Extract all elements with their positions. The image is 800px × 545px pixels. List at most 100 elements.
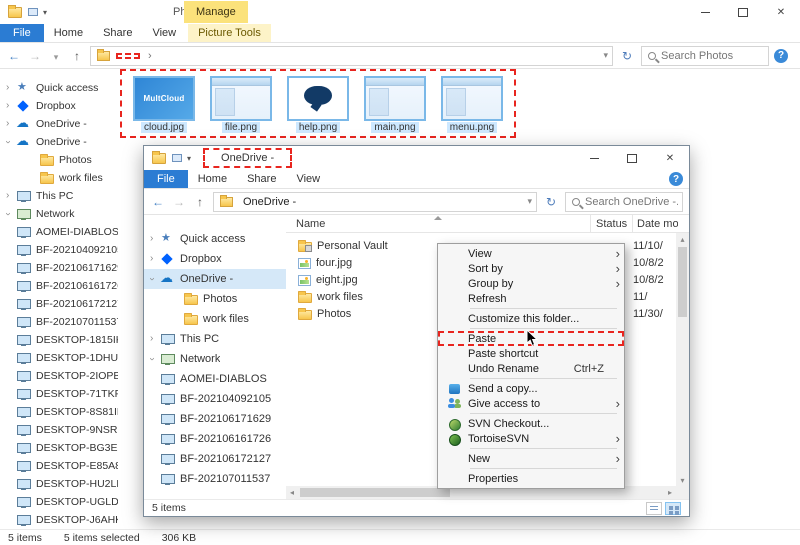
sidebar-item[interactable]: Network xyxy=(0,205,118,223)
context-menu-item[interactable]: Properties xyxy=(438,471,624,486)
sidebar-item[interactable]: OneDrive - xyxy=(0,115,118,133)
sidebar-item[interactable]: Photos xyxy=(144,289,286,309)
sidebar-item[interactable]: DESKTOP-HU2LHBI xyxy=(0,475,118,493)
sidebar-item[interactable]: Quick access xyxy=(0,79,118,97)
ribbon-tab[interactable]: View xyxy=(286,170,330,188)
sidebar-item[interactable]: DESKTOP-1DHU05K xyxy=(0,349,118,367)
details-view-button[interactable] xyxy=(646,502,662,515)
up-button[interactable] xyxy=(69,49,85,63)
sidebar-item[interactable]: BF-202107011537 xyxy=(144,469,286,489)
sidebar-item[interactable]: BF-202106171629 xyxy=(144,409,286,429)
sidebar-item[interactable]: BF-202104092105 xyxy=(144,389,286,409)
context-menu-item[interactable]: View xyxy=(438,246,624,261)
column-header[interactable]: Name xyxy=(286,215,591,232)
file-thumbnail[interactable]: menu.png xyxy=(440,76,504,133)
scroll-down-icon[interactable] xyxy=(676,474,689,486)
recent-locations-chevron-icon[interactable] xyxy=(48,49,64,63)
customize-toolbar-chevron-icon[interactable] xyxy=(187,152,191,164)
context-menu-item[interactable] xyxy=(470,308,617,309)
scroll-up-icon[interactable] xyxy=(676,233,689,245)
file-thumbnail[interactable]: main.png xyxy=(363,76,427,133)
context-menu-item[interactable]: TortoiseSVN xyxy=(438,431,624,446)
sidebar-item[interactable]: This PC xyxy=(144,329,286,349)
file-thumbnail[interactable]: MultCloud cloud.jpg xyxy=(132,76,196,133)
scroll-left-icon[interactable] xyxy=(286,486,298,499)
expander-chevron-icon[interactable] xyxy=(150,254,160,264)
sidebar-item[interactable]: DESKTOP-71TKPLP xyxy=(0,385,118,403)
context-menu-item[interactable]: New xyxy=(438,451,624,466)
address-box[interactable]: OneDrive - xyxy=(213,192,537,212)
context-menu-item[interactable]: SVN Checkout... xyxy=(438,416,624,431)
breadcrumb-item[interactable]: OneDrive - xyxy=(239,195,300,209)
sidebar-item[interactable]: AOMEI-DIABLOS xyxy=(0,223,118,241)
expander-chevron-icon[interactable] xyxy=(6,101,16,111)
address-dropdown-chevron-icon[interactable] xyxy=(603,50,608,61)
forward-button[interactable] xyxy=(27,49,43,63)
tab-file[interactable]: File xyxy=(0,24,44,42)
sidebar-item[interactable]: AOMEI-DIABLOS xyxy=(144,369,286,389)
sidebar-item[interactable]: BF-202106172127 xyxy=(144,449,286,469)
sidebar-item[interactable]: DESKTOP-1815IKL xyxy=(0,331,118,349)
context-menu-item[interactable]: Refresh xyxy=(438,291,624,306)
sidebar-item[interactable]: BF-202106172127 xyxy=(0,295,118,313)
sidebar-item[interactable]: OneDrive - xyxy=(0,133,118,151)
sidebar-item[interactable]: BF-202106161726 xyxy=(0,277,118,295)
tab-file[interactable]: File xyxy=(144,170,188,188)
ribbon-tab[interactable]: Home xyxy=(188,170,237,188)
context-menu-item[interactable]: Give access to xyxy=(438,396,624,411)
sidebar-item[interactable]: BF-202106171629 xyxy=(0,259,118,277)
refresh-icon[interactable] xyxy=(542,195,560,209)
sidebar-item[interactable]: Dropbox xyxy=(0,97,118,115)
scrollbar-thumb[interactable] xyxy=(678,247,687,317)
expander-chevron-icon[interactable] xyxy=(6,191,16,201)
sidebar-item[interactable]: Quick access xyxy=(144,229,286,249)
expander-chevron-icon[interactable] xyxy=(150,334,160,344)
context-menu-item[interactable]: Sort by xyxy=(438,261,624,276)
column-header[interactable]: Date mo... xyxy=(633,215,678,232)
expander-chevron-icon[interactable] xyxy=(6,209,16,219)
new-folder-icon[interactable] xyxy=(172,154,182,162)
minimize-button[interactable] xyxy=(575,146,613,170)
help-icon[interactable] xyxy=(774,49,788,63)
sidebar-item[interactable]: work files xyxy=(0,169,118,187)
minimize-button[interactable] xyxy=(686,0,724,24)
sidebar-item[interactable]: DESKTOP-E85A88P xyxy=(0,457,118,475)
forward-button[interactable] xyxy=(171,195,187,209)
close-button[interactable] xyxy=(762,0,800,24)
sidebar-item[interactable]: DESKTOP-9NSR2MI xyxy=(0,421,118,439)
file-thumbnail[interactable]: help.png xyxy=(286,76,350,133)
scroll-right-icon[interactable] xyxy=(664,486,676,499)
sidebar-item[interactable]: This PC xyxy=(0,187,118,205)
sidebar-item[interactable]: DESKTOP-UGLDI2 xyxy=(0,493,118,511)
maximize-button[interactable] xyxy=(724,0,762,24)
address-dropdown-chevron-icon[interactable] xyxy=(527,196,532,207)
new-folder-icon[interactable] xyxy=(28,8,38,16)
scrollbar-thumb[interactable] xyxy=(300,488,450,497)
help-icon[interactable] xyxy=(669,172,683,186)
back-button[interactable] xyxy=(6,49,22,63)
ribbon-tab[interactable]: Share xyxy=(237,170,286,188)
context-menu-item[interactable] xyxy=(470,413,617,414)
context-menu-item[interactable]: Customize this folder... xyxy=(438,311,624,326)
expander-chevron-icon[interactable] xyxy=(6,119,16,129)
search-input[interactable] xyxy=(661,50,764,62)
sidebar-item[interactable]: Network xyxy=(144,349,286,369)
context-menu-item[interactable]: Group by xyxy=(438,276,624,291)
expander-chevron-icon[interactable] xyxy=(150,274,160,284)
context-menu-item[interactable] xyxy=(470,328,617,329)
up-button[interactable] xyxy=(192,195,208,209)
vertical-scrollbar[interactable] xyxy=(676,233,689,486)
sidebar-item[interactable]: Photos xyxy=(0,151,118,169)
sidebar-item[interactable]: BF-202104092105 xyxy=(0,241,118,259)
expander-chevron-icon[interactable] xyxy=(150,354,160,364)
tab-picture-tools[interactable]: Picture Tools xyxy=(188,24,271,42)
expander-chevron-icon[interactable] xyxy=(6,83,16,93)
ribbon-tab[interactable]: View xyxy=(142,24,186,42)
context-menu-item[interactable] xyxy=(470,448,617,449)
search-box[interactable] xyxy=(565,192,683,212)
expander-chevron-icon[interactable] xyxy=(6,137,16,147)
ribbon-tab[interactable]: Home xyxy=(44,24,93,42)
quick-access-toolbar[interactable] xyxy=(28,6,47,18)
address-box[interactable] xyxy=(90,46,613,66)
context-menu-item[interactable]: Send a copy... xyxy=(438,381,624,396)
